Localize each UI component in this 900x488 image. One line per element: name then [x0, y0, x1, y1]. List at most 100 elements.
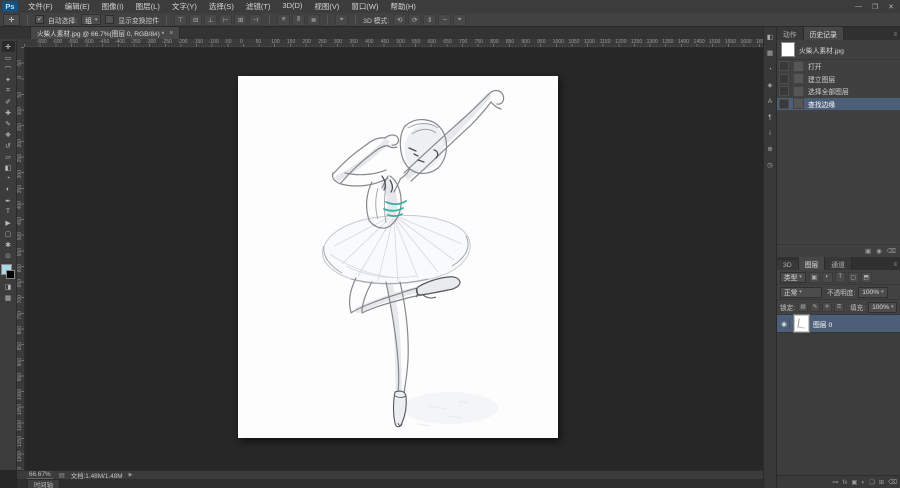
- layers-panel-menu-icon[interactable]: ≡: [889, 262, 900, 270]
- document-image[interactable]: [238, 76, 558, 438]
- 3d-drag-icon[interactable]: ⇕: [423, 13, 437, 26]
- color-panel-icon[interactable]: ◧: [765, 32, 776, 42]
- status-arrow-icon[interactable]: ▶: [129, 472, 133, 478]
- 3d-rotate-icon[interactable]: ⟲: [393, 13, 407, 26]
- align-bottom-edges-icon[interactable]: ⊥: [204, 13, 218, 26]
- history-state-1[interactable]: 建立图层: [777, 73, 900, 86]
- type-tool[interactable]: T: [2, 206, 15, 217]
- blur-tool[interactable]: ◔: [2, 173, 15, 184]
- new-layer-icon[interactable]: ⊞: [879, 479, 884, 486]
- filter-shape-layers-icon[interactable]: ▢: [847, 271, 859, 283]
- menu-item-2[interactable]: 图像(I): [96, 1, 130, 12]
- rectangle-tool[interactable]: ▢: [2, 228, 15, 239]
- gradient-tool[interactable]: ◧: [2, 162, 15, 173]
- history-panel-menu-icon[interactable]: ≡: [889, 32, 900, 40]
- history-source-well[interactable]: [779, 98, 789, 109]
- pen-tool[interactable]: ✒: [2, 195, 15, 206]
- character-panel-icon[interactable]: A: [765, 96, 776, 106]
- layer-row-selected[interactable]: ◉ 图层 0: [777, 314, 900, 333]
- dodge-tool[interactable]: ◐: [2, 184, 15, 195]
- fill-field[interactable]: 100% ▾: [868, 301, 898, 313]
- lock-transparent-pixels-icon[interactable]: ▨: [798, 302, 809, 312]
- new-adjustment-layer-icon[interactable]: ◐: [861, 479, 865, 486]
- history-state-3[interactable]: 查找边缘: [777, 97, 900, 110]
- menu-item-10[interactable]: 帮助(H): [385, 1, 422, 12]
- delete-layer-icon[interactable]: ⌫: [888, 479, 897, 486]
- canvas-area[interactable]: -650 -600 -550 -500 -450 -400 -350 -300 -250 -200…: [17, 39, 763, 470]
- menu-item-3[interactable]: 图层(L): [130, 1, 166, 12]
- align-top-edges-icon[interactable]: ⊤: [174, 13, 188, 26]
- distribute-bottom-icon[interactable]: ≣: [307, 13, 321, 26]
- rectangular-marquee-tool[interactable]: ▭: [2, 52, 15, 63]
- maximize-button[interactable]: ❐: [872, 3, 878, 11]
- add-layer-mask-icon[interactable]: ▣: [851, 479, 857, 486]
- layer-name[interactable]: 图层 0: [813, 319, 832, 329]
- delete-state-icon[interactable]: ⌫: [887, 247, 896, 255]
- new-group-icon[interactable]: ❏: [869, 479, 875, 486]
- menu-item-9[interactable]: 窗口(W): [345, 1, 384, 12]
- history-state-0[interactable]: 打开: [777, 60, 900, 73]
- 3d-roll-icon[interactable]: ⟳: [408, 13, 422, 26]
- menu-item-5[interactable]: 选择(S): [203, 1, 240, 12]
- auto-select-dropdown[interactable]: 组 ▾: [81, 14, 102, 25]
- align-vertical-centers-icon[interactable]: ⊟: [189, 13, 203, 26]
- auto-align-layers-icon[interactable]: ⌖: [335, 13, 349, 26]
- link-layers-icon[interactable]: ⊶: [832, 479, 838, 486]
- history-source-well[interactable]: [779, 61, 789, 72]
- adjustments-panel-icon[interactable]: ◔: [765, 64, 776, 74]
- 3d-scale-icon[interactable]: ⌖: [453, 13, 467, 26]
- info-panel-icon[interactable]: i: [765, 128, 776, 138]
- screen-mode-icon[interactable]: ▦: [2, 292, 15, 303]
- align-horizontal-centers-icon[interactable]: ⊞: [234, 13, 248, 26]
- filter-adjustment-layers-icon[interactable]: ◐: [821, 271, 833, 283]
- opacity-field[interactable]: 100% ▾: [858, 286, 888, 298]
- layers-tab-2[interactable]: 通道: [825, 257, 852, 270]
- menu-item-6[interactable]: 滤镜(T): [240, 1, 277, 12]
- auto-select-checkbox[interactable]: ✓: [35, 15, 44, 24]
- properties-panel-icon[interactable]: ◷: [765, 160, 776, 170]
- menu-item-8[interactable]: 视图(V): [308, 1, 345, 12]
- vertical-ruler[interactable]: -50 0 50 100 150 200 250 300 350 400 450 500 550 600 6…: [17, 47, 25, 470]
- menu-item-7[interactable]: 3D(D): [276, 1, 308, 12]
- history-source-well[interactable]: [779, 86, 789, 97]
- lock-image-pixels-icon[interactable]: ✎: [810, 302, 821, 312]
- eyedropper-tool[interactable]: ✐: [2, 96, 15, 107]
- path-selection-tool[interactable]: ▶: [2, 217, 15, 228]
- layer-style-icon[interactable]: fx: [842, 479, 847, 486]
- horizontal-ruler[interactable]: -650 -600 -550 -500 -450 -400 -350 -300 -250 -200…: [24, 39, 763, 48]
- eraser-tool[interactable]: ▱: [2, 151, 15, 162]
- close-button[interactable]: ✕: [888, 3, 894, 11]
- close-tab-icon[interactable]: ×: [169, 30, 173, 37]
- history-source-well[interactable]: [779, 73, 789, 84]
- layer-thumbnail[interactable]: [793, 314, 810, 333]
- show-transform-checkbox[interactable]: [105, 15, 115, 24]
- distribute-vertical-icon[interactable]: ⫴: [292, 13, 306, 26]
- filter-type-layers-icon[interactable]: T: [834, 271, 846, 283]
- paragraph-panel-icon[interactable]: ¶: [765, 112, 776, 122]
- history-state-2[interactable]: 选择全部图层: [777, 85, 900, 98]
- new-document-from-state-icon[interactable]: ▣: [865, 247, 871, 255]
- quick-mask-icon[interactable]: ◨: [2, 281, 15, 292]
- history-tab-1[interactable]: 历史记录: [803, 27, 844, 40]
- menu-item-4[interactable]: 文字(Y): [166, 1, 203, 12]
- lasso-tool[interactable]: ⌒: [2, 63, 15, 74]
- hand-tool[interactable]: ✱: [2, 239, 15, 250]
- align-right-edges-icon[interactable]: ⊣: [249, 13, 263, 26]
- layers-tab-0[interactable]: 3D: [777, 260, 799, 270]
- spot-healing-brush-tool[interactable]: ✚: [2, 107, 15, 118]
- timeline-panel-tab[interactable]: 时间轴: [27, 479, 60, 488]
- crop-tool[interactable]: ⌗: [2, 85, 15, 96]
- brush-tool[interactable]: ✎: [2, 118, 15, 129]
- filter-type-dropdown[interactable]: 类型 ▾: [780, 271, 806, 283]
- layers-tab-1[interactable]: 图层: [798, 257, 826, 270]
- background-color-swatch[interactable]: [6, 270, 15, 279]
- clone-stamp-tool[interactable]: ❖: [2, 129, 15, 140]
- styles-panel-icon[interactable]: ◈: [765, 80, 776, 90]
- zoom-level-field[interactable]: 66.67%: [27, 471, 53, 479]
- document-tab[interactable]: 火柴人素材.jpg @ 66.7%(图层 0, RGB/8#) * ×: [30, 26, 181, 39]
- distribute-top-icon[interactable]: ≡: [277, 13, 291, 26]
- magic-wand-tool[interactable]: ✦: [2, 74, 15, 85]
- new-snapshot-icon[interactable]: ◉: [876, 247, 882, 255]
- history-brush-tool[interactable]: ↺: [2, 140, 15, 151]
- history-snapshot-row[interactable]: 火柴人素材.jpg: [777, 40, 900, 60]
